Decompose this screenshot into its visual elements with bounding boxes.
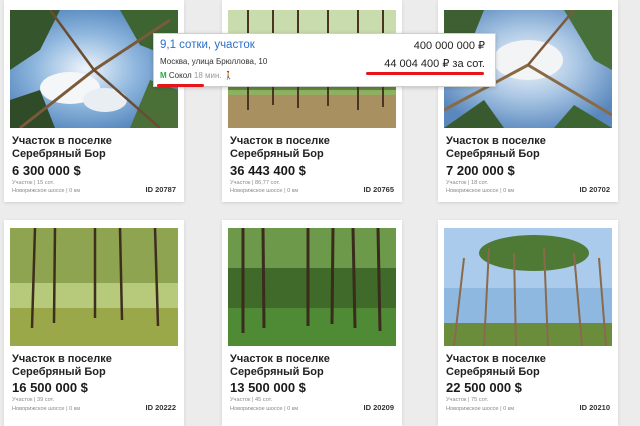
- listing-title[interactable]: Участок в поселке Серебряный Бор: [230, 135, 395, 161]
- listing-area: Участок | 15 сот.: [12, 180, 55, 186]
- listing-card[interactable]: Участок в поселке Серебряный Бор 13 500 …: [222, 220, 402, 426]
- listing-photo-forest[interactable]: [228, 228, 396, 346]
- listing-photo-forest[interactable]: [10, 228, 178, 346]
- listing-id: ID 20222: [145, 403, 176, 412]
- listing-price: 6 300 000 $: [12, 163, 81, 178]
- listing-road: Новорижское шоссе | 0 км: [446, 188, 515, 194]
- listing-price: 16 500 000 $: [12, 380, 88, 395]
- listing-title[interactable]: Участок в поселке Серебряный Бор: [446, 353, 611, 379]
- popup-price: 400 000 000 ₽: [413, 40, 485, 52]
- listing-preview-popup[interactable]: 9,1 сотки, участок 400 000 000 ₽ Москва,…: [153, 33, 496, 87]
- walk-icon: 🚶: [223, 71, 234, 80]
- listing-title[interactable]: Участок в поселке Серебряный Бор: [230, 353, 395, 379]
- listing-id: ID 20787: [145, 185, 176, 194]
- metro-icon: М: [160, 71, 167, 80]
- listing-title[interactable]: Участок в поселке Серебряный Бор: [446, 135, 611, 161]
- listing-card[interactable]: Участок в поселке Серебряный Бор 7 200 0…: [438, 0, 618, 202]
- listing-road: Новорижское шоссе | 0 км: [12, 406, 81, 412]
- listing-card[interactable]: Участок в поселке Серебряный Бор 6 300 0…: [4, 0, 184, 202]
- listing-price: 36 443 400 $: [230, 163, 306, 178]
- listing-road: Новорижское шоссе | 0 км: [12, 188, 81, 194]
- popup-title-link[interactable]: 9,1 сотки, участок: [160, 39, 255, 51]
- listing-area: Участок | 75 сот.: [446, 397, 489, 403]
- listing-card[interactable]: Участок в поселке Серебряный Бор 16 500 …: [4, 220, 184, 426]
- popup-address: Москва, улица Брюллова, 10: [160, 57, 268, 66]
- listing-area: Участок | 18 сот.: [446, 180, 489, 186]
- metro-time: 18 мин.: [193, 71, 222, 80]
- listing-title[interactable]: Участок в поселке Серебряный Бор: [12, 135, 177, 161]
- listing-id: ID 20209: [363, 403, 394, 412]
- popup-price-per-sotka: 44 004 400 ₽ за сот.: [384, 58, 485, 70]
- listing-price: 22 500 000 $: [446, 380, 522, 395]
- listing-area: Участок | 86,77 сот.: [230, 180, 280, 186]
- listing-card[interactable]: Участок в поселке Серебряный Бор 36 443 …: [222, 0, 402, 202]
- highlight-underline-price: [366, 72, 484, 75]
- listing-title[interactable]: Участок в поселке Серебряный Бор: [12, 353, 177, 379]
- highlight-underline-metro: [157, 84, 204, 87]
- listing-road: Новорижское шоссе | 0 км: [446, 406, 515, 412]
- listing-area: Участок | 45 сот.: [230, 397, 273, 403]
- listing-photo-pines-sky[interactable]: [444, 228, 612, 346]
- listing-id: ID 20702: [579, 185, 610, 194]
- popup-metro: М Сокол 18 мин. 🚶: [160, 71, 234, 80]
- listing-id: ID 20765: [363, 185, 394, 194]
- listing-price: 7 200 000 $: [446, 163, 515, 178]
- listing-price: 13 500 000 $: [230, 380, 306, 395]
- listing-card[interactable]: Участок в поселке Серебряный Бор 22 500 …: [438, 220, 618, 426]
- listing-road: Новорижское шоссе | 0 км: [230, 188, 299, 194]
- listing-id: ID 20210: [579, 403, 610, 412]
- listing-road: Новорижское шоссе | 0 км: [230, 406, 299, 412]
- metro-station: Сокол: [168, 71, 192, 80]
- listing-area: Участок | 39 сот.: [12, 397, 55, 403]
